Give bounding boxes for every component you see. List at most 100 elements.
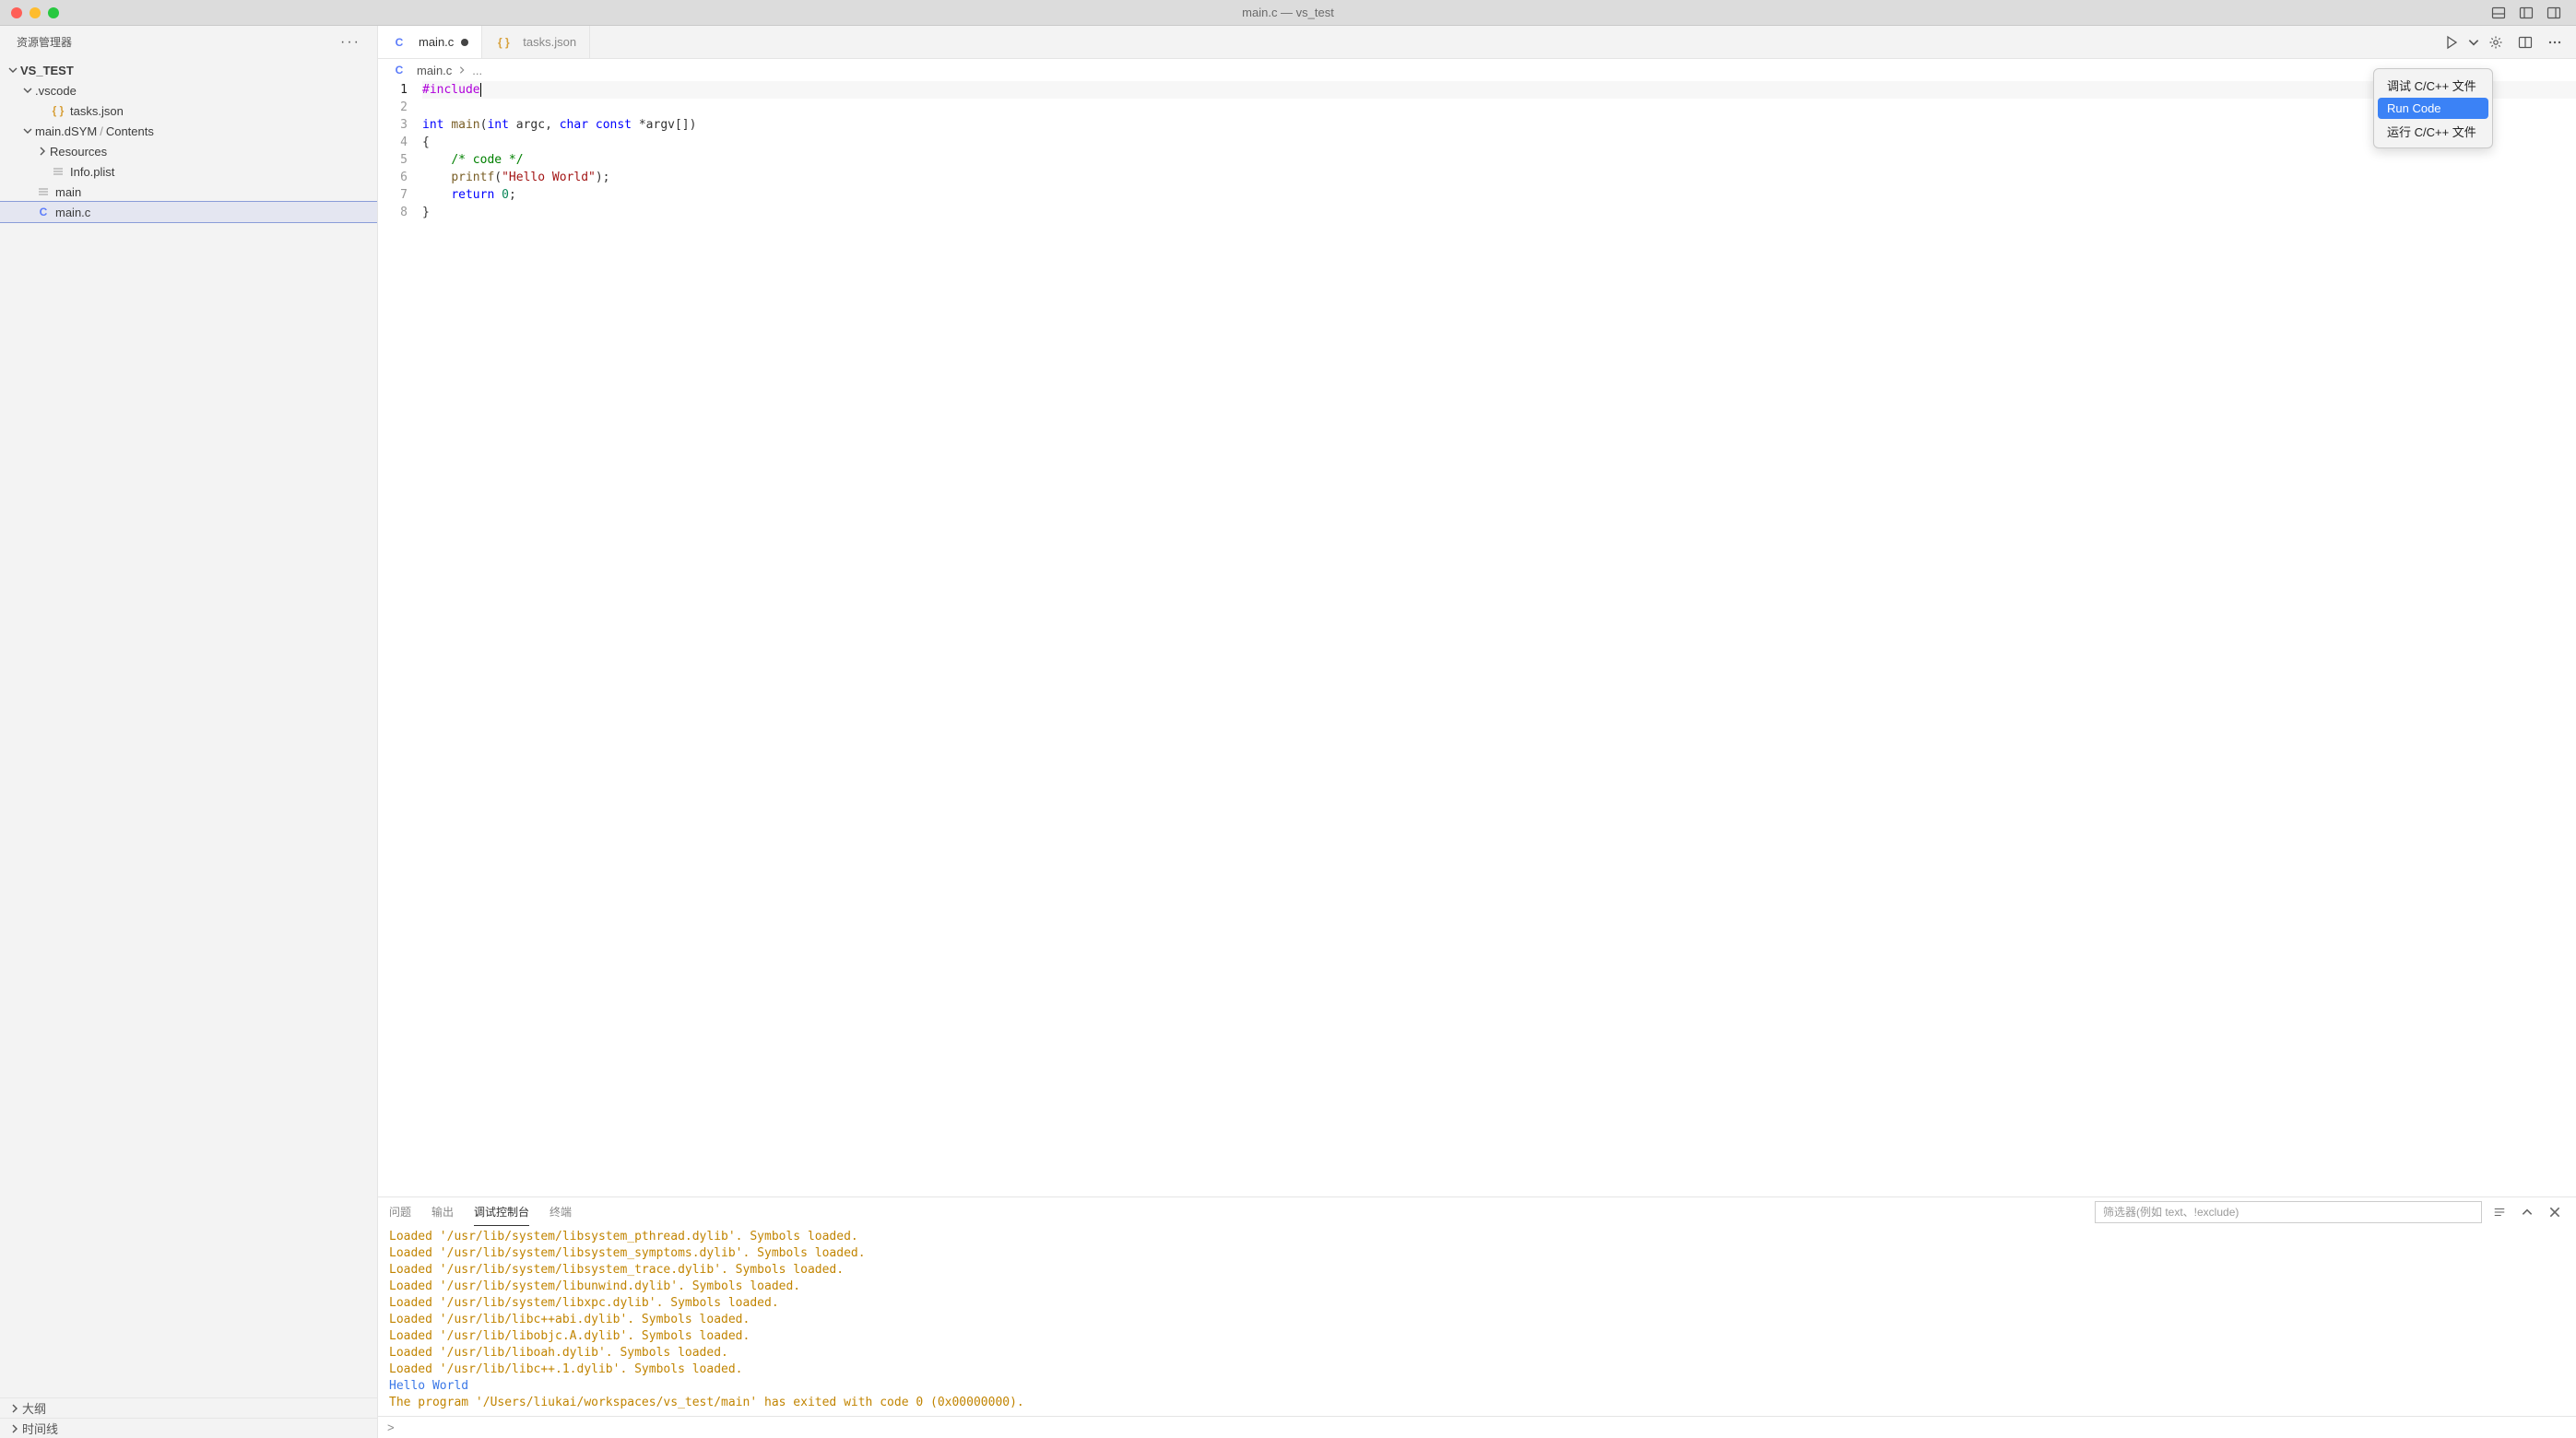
file-tree: VS_TEST .vscode { } tasks.json main.dSYM/Co… bbox=[0, 58, 377, 1397]
code-content[interactable]: #include int main(int argc, char const *… bbox=[422, 81, 2576, 1196]
code-line[interactable]: #include bbox=[422, 81, 2576, 99]
chevron-right-icon bbox=[7, 1423, 22, 1434]
code-line[interactable]: { bbox=[422, 134, 2576, 151]
tree-item-label: main.dSYM/Contents bbox=[35, 124, 154, 138]
chevron-right-icon bbox=[7, 1403, 22, 1414]
run-dropdown-menu: 调试 C/C++ 文件Run Code运行 C/C++ 文件 bbox=[2373, 68, 2493, 148]
editor-tab[interactable]: { } tasks.json bbox=[482, 26, 590, 58]
file-icon bbox=[35, 186, 52, 197]
panel-tab[interactable]: 问题 bbox=[389, 1198, 411, 1226]
console-line: Loaded '/usr/lib/system/libsystem_pthrea… bbox=[389, 1229, 2565, 1245]
console-line: Loaded '/usr/lib/system/libxpc.dylib'. S… bbox=[389, 1295, 2565, 1312]
split-editor-icon[interactable] bbox=[2511, 30, 2539, 54]
layout-panel-icon[interactable] bbox=[2487, 4, 2510, 22]
code-line[interactable]: printf("Hello World"); bbox=[422, 169, 2576, 186]
c-file-icon: C bbox=[391, 64, 408, 77]
tree-item[interactable]: .vscode bbox=[0, 80, 377, 100]
sidebar-bottom: 大纲 时间线 bbox=[0, 1397, 377, 1438]
panel-tab[interactable]: 终端 bbox=[549, 1198, 572, 1226]
tab-label: main.c bbox=[419, 35, 454, 49]
word-wrap-icon[interactable] bbox=[2489, 1202, 2510, 1222]
code-line[interactable] bbox=[422, 99, 2576, 116]
timeline-label: 时间线 bbox=[22, 1420, 58, 1437]
timeline-section[interactable]: 时间线 bbox=[0, 1418, 377, 1438]
editor-tab[interactable]: Cmain.c bbox=[378, 26, 482, 58]
panel-tab-bar: 问题输出调试控制台终端 bbox=[378, 1197, 2576, 1227]
tree-item-label: main bbox=[55, 185, 81, 199]
more-actions-icon[interactable] bbox=[2543, 30, 2567, 54]
run-button[interactable] bbox=[2440, 30, 2464, 54]
titlebar-right bbox=[2487, 4, 2576, 22]
debug-console-input[interactable]: > bbox=[378, 1416, 2576, 1438]
titlebar: main.c — vs_test bbox=[0, 0, 2576, 26]
breadcrumb[interactable]: C main.c ... bbox=[378, 59, 2576, 81]
explorer-more-icon[interactable]: ··· bbox=[340, 34, 360, 51]
dropdown-item[interactable]: Run Code bbox=[2378, 98, 2488, 119]
c-file-icon: C bbox=[35, 206, 52, 218]
tree-item[interactable]: Cmain.c bbox=[0, 202, 377, 222]
tree-item[interactable]: Info.plist bbox=[0, 161, 377, 182]
tab-label: tasks.json bbox=[523, 35, 576, 49]
tree-item-label: main.c bbox=[55, 206, 90, 219]
repl-prompt: > bbox=[387, 1420, 395, 1434]
breadcrumb-file: main.c bbox=[417, 64, 452, 77]
chevron-down-icon bbox=[20, 85, 35, 96]
layout-right-icon[interactable] bbox=[2543, 4, 2565, 22]
code-line[interactable]: } bbox=[422, 204, 2576, 221]
code-line[interactable]: return 0; bbox=[422, 186, 2576, 204]
breadcrumb-rest: ... bbox=[472, 64, 482, 77]
tree-item-label: Resources bbox=[50, 145, 107, 159]
panel-tab[interactable]: 调试控制台 bbox=[474, 1198, 529, 1226]
json-file-icon: { } bbox=[495, 36, 512, 49]
window-controls bbox=[0, 7, 59, 18]
sidebar: 资源管理器 ··· VS_TEST .vscode { } tasks.json ma… bbox=[0, 26, 378, 1438]
dirty-indicator-icon bbox=[461, 39, 468, 46]
code-line[interactable]: int main(int argc, char const *argv[]) bbox=[422, 116, 2576, 134]
tab-bar: Cmain.c { } tasks.json bbox=[378, 26, 2576, 59]
console-line: Loaded '/usr/lib/libc++.1.dylib'. Symbol… bbox=[389, 1361, 2565, 1378]
tree-item[interactable]: main.dSYM/Contents bbox=[0, 121, 377, 141]
tree-item[interactable]: Resources bbox=[0, 141, 377, 161]
dropdown-item[interactable]: 运行 C/C++ 文件 bbox=[2378, 119, 2488, 144]
collapse-panel-icon[interactable] bbox=[2517, 1202, 2537, 1222]
console-line: Hello World bbox=[389, 1378, 2565, 1395]
code-line[interactable]: /* code */ bbox=[422, 151, 2576, 169]
close-panel-icon[interactable] bbox=[2545, 1202, 2565, 1222]
fullscreen-window-button[interactable] bbox=[48, 7, 59, 18]
close-window-button[interactable] bbox=[11, 7, 22, 18]
tree-item-label: .vscode bbox=[35, 84, 77, 98]
tree-root[interactable]: VS_TEST bbox=[0, 60, 377, 80]
explorer-title: 资源管理器 bbox=[17, 34, 72, 50]
dropdown-item[interactable]: 调试 C/C++ 文件 bbox=[2378, 73, 2488, 98]
tree-item-label: tasks.json bbox=[70, 104, 124, 118]
console-line: Loaded '/usr/lib/liboah.dylib'. Symbols … bbox=[389, 1345, 2565, 1361]
settings-icon[interactable] bbox=[2484, 30, 2508, 54]
editor-column: Cmain.c { } tasks.json C bbox=[378, 26, 2576, 1438]
run-dropdown-button[interactable] bbox=[2467, 30, 2480, 54]
debug-console-output[interactable]: Loaded '/usr/lib/system/libsystem_pthrea… bbox=[378, 1227, 2576, 1416]
bottom-panel: 问题输出调试控制台终端 Loaded '/usr/lib/system/libs… bbox=[378, 1196, 2576, 1438]
tree-root-label: VS_TEST bbox=[20, 64, 74, 77]
console-line: The program '/Users/liukai/workspaces/vs… bbox=[389, 1395, 2565, 1411]
outline-label: 大纲 bbox=[22, 1399, 46, 1417]
tree-item[interactable]: { } tasks.json bbox=[0, 100, 377, 121]
explorer-header: 资源管理器 ··· bbox=[0, 26, 377, 58]
chevron-right-icon bbox=[457, 64, 467, 77]
line-gutter: 12345678 bbox=[378, 81, 422, 1196]
layout-sidebar-icon[interactable] bbox=[2515, 4, 2537, 22]
code-editor[interactable]: 12345678 #include int main(int argc, cha… bbox=[378, 81, 2576, 1196]
panel-tab[interactable]: 输出 bbox=[431, 1198, 454, 1226]
chevron-right-icon bbox=[35, 146, 50, 157]
console-line: Loaded '/usr/lib/system/libsystem_sympto… bbox=[389, 1245, 2565, 1262]
tree-item[interactable]: main bbox=[0, 182, 377, 202]
chevron-down-icon bbox=[6, 65, 20, 76]
minimize-window-button[interactable] bbox=[30, 7, 41, 18]
file-icon bbox=[50, 166, 66, 177]
tree-item-label: Info.plist bbox=[70, 165, 114, 179]
outline-section[interactable]: 大纲 bbox=[0, 1397, 377, 1418]
filter-input[interactable] bbox=[2095, 1201, 2482, 1223]
chevron-down-icon bbox=[20, 125, 35, 136]
json-file-icon: { } bbox=[50, 104, 66, 117]
c-file-icon: C bbox=[391, 36, 408, 49]
console-line: Loaded '/usr/lib/system/libunwind.dylib'… bbox=[389, 1279, 2565, 1295]
